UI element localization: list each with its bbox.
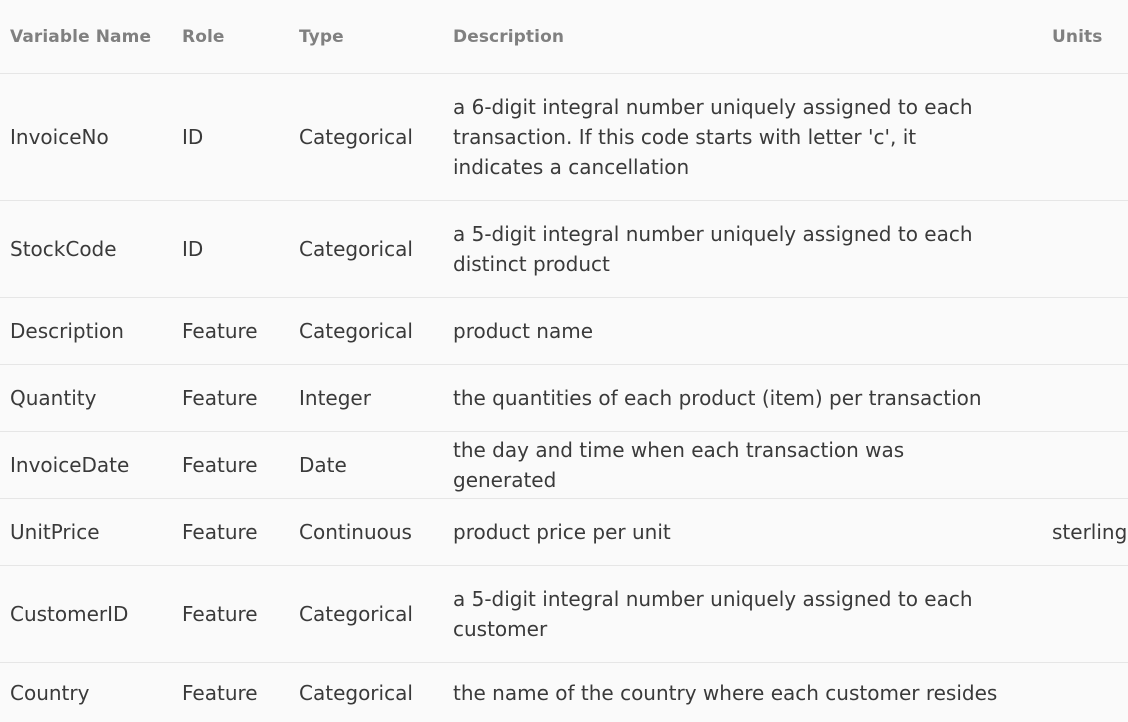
cell-type: Integer: [289, 364, 443, 432]
cell-type: Categorical: [289, 200, 443, 298]
cell-units: [1042, 73, 1128, 201]
cell-description: a 5-digit integral number uniquely assig…: [443, 200, 1042, 298]
table-row: CustomerID Feature Categorical a 5-digit…: [0, 565, 1128, 663]
header-row: Variable Name Role Type Description Unit…: [0, 0, 1128, 74]
header-role: Role: [172, 0, 289, 74]
cell-role: Feature: [172, 431, 289, 499]
cell-description: a 6-digit integral number uniquely assig…: [443, 73, 1042, 201]
header-variable-name: Variable Name: [0, 0, 172, 74]
cell-description: product name: [443, 297, 1042, 365]
cell-variable-name: Country: [10, 680, 90, 705]
cell-units: [1042, 565, 1128, 663]
cell-description: a 5-digit integral number uniquely assig…: [443, 565, 1042, 663]
cell-role: Feature: [182, 680, 258, 705]
table-row: Quantity Feature Integer the quantities …: [0, 364, 1128, 432]
cell-role: Feature: [172, 364, 289, 432]
cell-description: the quantities of each product (item) pe…: [443, 364, 1042, 432]
cell-description: product price per unit: [443, 498, 1042, 566]
table-row: Description Feature Categorical product …: [0, 297, 1128, 365]
cell-units: [1042, 663, 1128, 722]
cell-variable-name: InvoiceNo: [0, 73, 172, 201]
variables-table: Variable Name Role Type Description Unit…: [0, 0, 1128, 722]
cell-variable-name: Description: [0, 297, 172, 365]
cell-variable-name: StockCode: [0, 200, 172, 298]
header-units: Units: [1042, 0, 1128, 74]
cell-units: [1042, 200, 1128, 298]
cell-description: the name of the country where each custo…: [453, 680, 998, 705]
cell-role: Feature: [172, 297, 289, 365]
cell-variable-name: Quantity: [0, 364, 172, 432]
cell-role: ID: [172, 200, 289, 298]
cell-units: [1042, 431, 1128, 499]
table-row: UnitPrice Feature Continuous product pri…: [0, 498, 1128, 566]
table-row: Country Feature Categorical the name of …: [0, 663, 1128, 722]
cell-variable-name: UnitPrice: [0, 498, 172, 566]
table-row: StockCode ID Categorical a 5-digit integ…: [0, 200, 1128, 298]
cell-type: Categorical: [299, 680, 413, 705]
table-row: InvoiceNo ID Categorical a 6-digit integ…: [0, 73, 1128, 201]
cell-type: Categorical: [289, 73, 443, 201]
table-row: InvoiceDate Feature Date the day and tim…: [0, 431, 1128, 499]
cell-units: [1042, 364, 1128, 432]
cell-type: Categorical: [289, 297, 443, 365]
table-header: Variable Name Role Type Description Unit…: [0, 0, 1128, 74]
cell-role: ID: [172, 73, 289, 201]
cell-type: Continuous: [289, 498, 443, 566]
cell-units: sterling: [1042, 498, 1128, 566]
cell-type: Date: [289, 431, 443, 499]
cell-variable-name: CustomerID: [0, 565, 172, 663]
cell-description: the day and time when each transaction w…: [443, 431, 1042, 499]
header-type: Type: [289, 0, 443, 74]
cell-units: [1042, 297, 1128, 365]
header-description: Description: [443, 0, 1042, 74]
cell-type: Categorical: [289, 565, 443, 663]
cell-role: Feature: [172, 565, 289, 663]
cell-variable-name: InvoiceDate: [0, 431, 172, 499]
cell-role: Feature: [172, 498, 289, 566]
table-body: InvoiceNo ID Categorical a 6-digit integ…: [0, 73, 1128, 722]
